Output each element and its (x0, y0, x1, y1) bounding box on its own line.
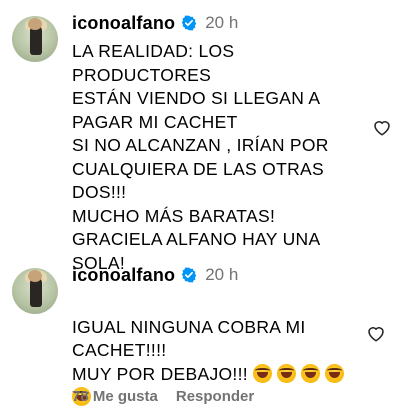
heart-outline-icon[interactable] (372, 118, 392, 136)
avatar-figure (28, 18, 42, 55)
comment-actions: 78 Me gusta Responder (72, 388, 272, 405)
avatar[interactable] (12, 268, 58, 314)
username[interactable]: iconoalfano (72, 13, 175, 34)
face-with-tears-of-joy-icon (325, 363, 345, 383)
verified-badge-icon (182, 15, 197, 31)
timestamp[interactable]: 20 h (205, 13, 238, 33)
likes-count-link[interactable]: 78 Me gusta (72, 388, 158, 405)
username[interactable]: iconoalfano (72, 265, 175, 286)
face-with-tears-of-joy-icon (277, 363, 297, 383)
verified-badge-icon (182, 267, 197, 283)
face-with-tears-of-joy-icon (253, 363, 273, 383)
comment-text: LA REALIDAD: LOS PRODUCTORES ESTÁN VIEND… (72, 41, 329, 273)
comment-header: iconoalfano 20 h (72, 12, 238, 34)
avatar-figure (28, 270, 42, 307)
reply-button[interactable]: Responder (176, 388, 254, 405)
heart-outline-icon[interactable] (366, 324, 386, 342)
comment-thread: iconoalfano 20 h LA REALIDAD: LOS PRODUC… (0, 0, 420, 420)
face-with-tears-of-joy-icon (301, 363, 321, 383)
avatar[interactable] (12, 16, 58, 62)
comment-header: iconoalfano 20 h (72, 264, 238, 286)
timestamp[interactable]: 20 h (205, 265, 238, 285)
